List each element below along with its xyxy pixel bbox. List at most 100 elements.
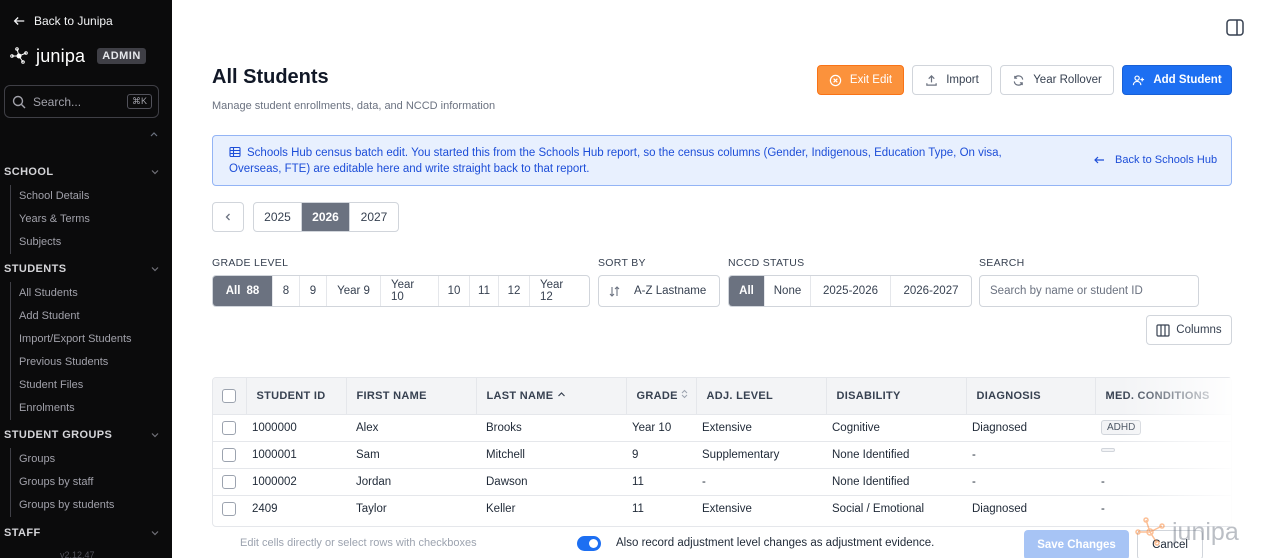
- row-checkbox[interactable]: [222, 474, 236, 489]
- sidebar-item-import-export[interactable]: Import/Export Students: [11, 328, 160, 351]
- grade-cell[interactable]: Year 10: [626, 413, 696, 441]
- column-header-last-name[interactable]: LAST NAME: [476, 378, 627, 414]
- last-name-cell[interactable]: Mitchell: [476, 440, 626, 468]
- sidebar-item-subjects[interactable]: Subjects: [11, 231, 160, 254]
- columns-button[interactable]: Columns: [1146, 315, 1232, 345]
- panel-toggle-icon[interactable]: [1226, 19, 1244, 36]
- column-header-adj-level[interactable]: ADJ. LEVEL: [696, 378, 827, 414]
- table-row[interactable]: 1000000 Alex Brooks Year 10 Extensive Co…: [213, 413, 1231, 441]
- adj-level-cell[interactable]: -: [696, 467, 826, 495]
- adjustment-evidence-label: Also record adjustment level changes as …: [616, 537, 935, 549]
- disability-cell[interactable]: None Identified: [826, 467, 966, 495]
- back-to-junipa-link[interactable]: Back to Junipa: [12, 14, 113, 28]
- grade-option[interactable]: 9: [300, 276, 327, 306]
- student-id-cell[interactable]: 1000000: [246, 413, 346, 441]
- disability-cell[interactable]: None Identified: [826, 440, 966, 468]
- column-header-student-id[interactable]: STUDENT ID: [246, 378, 347, 414]
- year-option[interactable]: 2027: [350, 203, 398, 231]
- sidebar-item-previous-students[interactable]: Previous Students: [11, 351, 160, 374]
- column-header-diagnosis[interactable]: DIAGNOSIS: [966, 378, 1096, 414]
- arrow-left-icon: [1094, 156, 1104, 164]
- grade-option[interactable]: 10: [439, 276, 470, 306]
- add-student-button[interactable]: Add Student: [1122, 65, 1232, 95]
- year-rollover-button[interactable]: Year Rollover: [1000, 65, 1114, 95]
- column-header-first-name[interactable]: FIRST NAME: [346, 378, 477, 414]
- grade-option[interactable]: 12: [499, 276, 530, 306]
- first-name-cell[interactable]: Taylor: [346, 494, 476, 522]
- sidebar-section-title[interactable]: STUDENT GROUPS: [4, 427, 160, 443]
- column-header-disability[interactable]: DISABILITY: [826, 378, 967, 414]
- back-to-schools-hub-link[interactable]: Back to Schools Hub: [1093, 154, 1217, 166]
- grade-option[interactable]: Year 12: [530, 276, 589, 306]
- sidebar-search-input[interactable]: Search... ⌘K: [4, 85, 159, 118]
- diagnosis-cell[interactable]: Diagnosed: [966, 494, 1095, 522]
- disability-cell[interactable]: Cognitive: [826, 413, 966, 441]
- year-option-selected[interactable]: 2026: [302, 203, 350, 231]
- student-id-cell[interactable]: 1000002: [246, 467, 346, 495]
- sidebar-section-title[interactable]: STUDENTS: [4, 261, 160, 277]
- sidebar-item-groups-by-students[interactable]: Groups by students: [11, 494, 160, 517]
- row-checkbox[interactable]: [222, 501, 236, 516]
- save-changes-button[interactable]: Save Changes: [1024, 530, 1129, 558]
- sidebar-section-title[interactable]: SCHOOL: [4, 164, 160, 180]
- disability-cell[interactable]: Social / Emotional: [826, 494, 966, 522]
- grade-option[interactable]: 11: [470, 276, 499, 306]
- sidebar-item-groups-by-staff[interactable]: Groups by staff: [11, 471, 160, 494]
- grade-all-button[interactable]: All 88: [213, 276, 273, 306]
- nccd-option[interactable]: 2025-2026: [811, 276, 891, 306]
- sidebar-item-student-files[interactable]: Student Files: [11, 374, 160, 397]
- diagnosis-cell[interactable]: -: [966, 440, 1095, 468]
- grade-option[interactable]: 8: [273, 276, 300, 306]
- student-id-cell[interactable]: 2409: [246, 494, 346, 522]
- nccd-option[interactable]: 2026-2027: [891, 276, 971, 306]
- grade-cell[interactable]: 11: [626, 494, 696, 522]
- diagnosis-cell[interactable]: -: [966, 467, 1095, 495]
- table-row[interactable]: 1000001 Sam Mitchell 9 Supplementary Non…: [213, 440, 1231, 468]
- select-all-checkbox[interactable]: [222, 388, 236, 403]
- exit-edit-button[interactable]: Exit Edit: [817, 65, 904, 95]
- grade-cell[interactable]: 9: [626, 440, 696, 468]
- med-conditions-cell[interactable]: -: [1095, 467, 1231, 495]
- last-name-cell[interactable]: Dawson: [476, 467, 626, 495]
- row-checkbox[interactable]: [222, 420, 236, 435]
- med-conditions-cell[interactable]: ADHD: [1095, 413, 1231, 441]
- column-label: STUDENT ID: [256, 389, 326, 402]
- sidebar-item-school-details[interactable]: School Details: [11, 185, 160, 208]
- grade-cell[interactable]: 11: [626, 467, 696, 495]
- sidebar-item-years-terms[interactable]: Years & Terms: [11, 208, 160, 231]
- chevron-up-icon[interactable]: [149, 129, 159, 139]
- import-button[interactable]: Import: [912, 65, 992, 95]
- table-row[interactable]: 1000002 Jordan Dawson 11 - None Identifi…: [213, 467, 1231, 495]
- med-conditions-cell[interactable]: [1095, 440, 1231, 468]
- sidebar-item-all-students[interactable]: All Students: [11, 282, 160, 305]
- diagnosis-cell[interactable]: Diagnosed: [966, 413, 1095, 441]
- adj-level-cell[interactable]: Supplementary: [696, 440, 826, 468]
- nccd-option-selected[interactable]: All: [729, 276, 765, 306]
- adj-level-cell[interactable]: Extensive: [696, 494, 826, 522]
- student-id-cell[interactable]: 1000001: [246, 440, 346, 468]
- first-name-cell[interactable]: Alex: [346, 413, 476, 441]
- last-name-cell[interactable]: Keller: [476, 494, 626, 522]
- last-name-cell[interactable]: Brooks: [476, 413, 626, 441]
- nccd-option[interactable]: None: [765, 276, 811, 306]
- row-checkbox[interactable]: [222, 447, 236, 462]
- sidebar-item-enrolments[interactable]: Enrolments: [11, 397, 160, 420]
- first-name-cell[interactable]: Sam: [346, 440, 476, 468]
- sidebar-item-add-student[interactable]: Add Student: [11, 305, 160, 328]
- page-subtitle: Manage student enrollments, data, and NC…: [212, 100, 496, 112]
- adj-level-cell[interactable]: Extensive: [696, 413, 826, 441]
- table-row[interactable]: 2409 Taylor Keller 11 Extensive Social /…: [213, 494, 1231, 522]
- sidebar-section-title[interactable]: STAFF: [4, 525, 160, 541]
- adjustment-evidence-toggle[interactable]: [577, 536, 601, 551]
- column-header-med-conditions[interactable]: MED. CONDITIONS: [1095, 378, 1231, 414]
- sort-icon: [681, 390, 688, 399]
- first-name-cell[interactable]: Jordan: [346, 467, 476, 495]
- column-header-grade[interactable]: GRADE: [626, 378, 697, 414]
- previous-year-button[interactable]: [212, 202, 244, 232]
- year-option[interactable]: 2025: [254, 203, 302, 231]
- student-search-input[interactable]: [979, 275, 1199, 307]
- grade-option[interactable]: Year 10: [381, 276, 439, 306]
- grade-option[interactable]: Year 9: [327, 276, 381, 306]
- sort-by-select[interactable]: A-Z Lastname: [598, 275, 720, 307]
- sidebar-item-groups[interactable]: Groups: [11, 448, 160, 471]
